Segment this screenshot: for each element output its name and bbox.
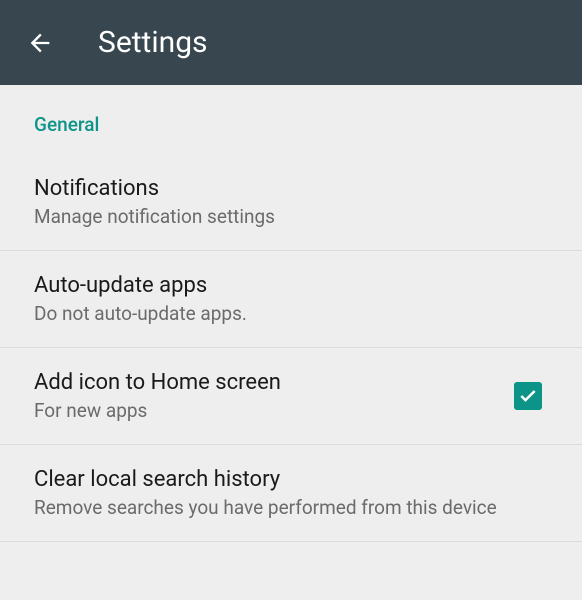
- back-arrow-icon: [26, 29, 54, 57]
- setting-subtitle: For new apps: [34, 399, 514, 422]
- setting-title: Clear local search history: [34, 467, 548, 492]
- setting-title: Auto-update apps: [34, 273, 548, 298]
- setting-text: Auto-update apps Do not auto-update apps…: [34, 273, 548, 325]
- page-title: Settings: [98, 25, 208, 60]
- section-header-general: General: [0, 85, 582, 154]
- setting-subtitle: Remove searches you have performed from …: [34, 496, 548, 519]
- setting-subtitle: Manage notification settings: [34, 205, 548, 228]
- setting-auto-update[interactable]: Auto-update apps Do not auto-update apps…: [0, 251, 582, 348]
- setting-title: Add icon to Home screen: [34, 370, 514, 395]
- back-button[interactable]: [20, 23, 60, 63]
- setting-title: Notifications: [34, 176, 548, 201]
- setting-notifications[interactable]: Notifications Manage notification settin…: [0, 154, 582, 251]
- setting-text: Notifications Manage notification settin…: [34, 176, 548, 228]
- setting-clear-history[interactable]: Clear local search history Remove search…: [0, 445, 582, 542]
- checkmark-icon: [518, 386, 538, 406]
- app-header: Settings: [0, 0, 582, 85]
- setting-add-icon-home[interactable]: Add icon to Home screen For new apps: [0, 348, 582, 445]
- setting-text: Clear local search history Remove search…: [34, 467, 548, 519]
- setting-subtitle: Do not auto-update apps.: [34, 302, 548, 325]
- setting-text: Add icon to Home screen For new apps: [34, 370, 514, 422]
- checkbox-add-icon[interactable]: [514, 382, 542, 410]
